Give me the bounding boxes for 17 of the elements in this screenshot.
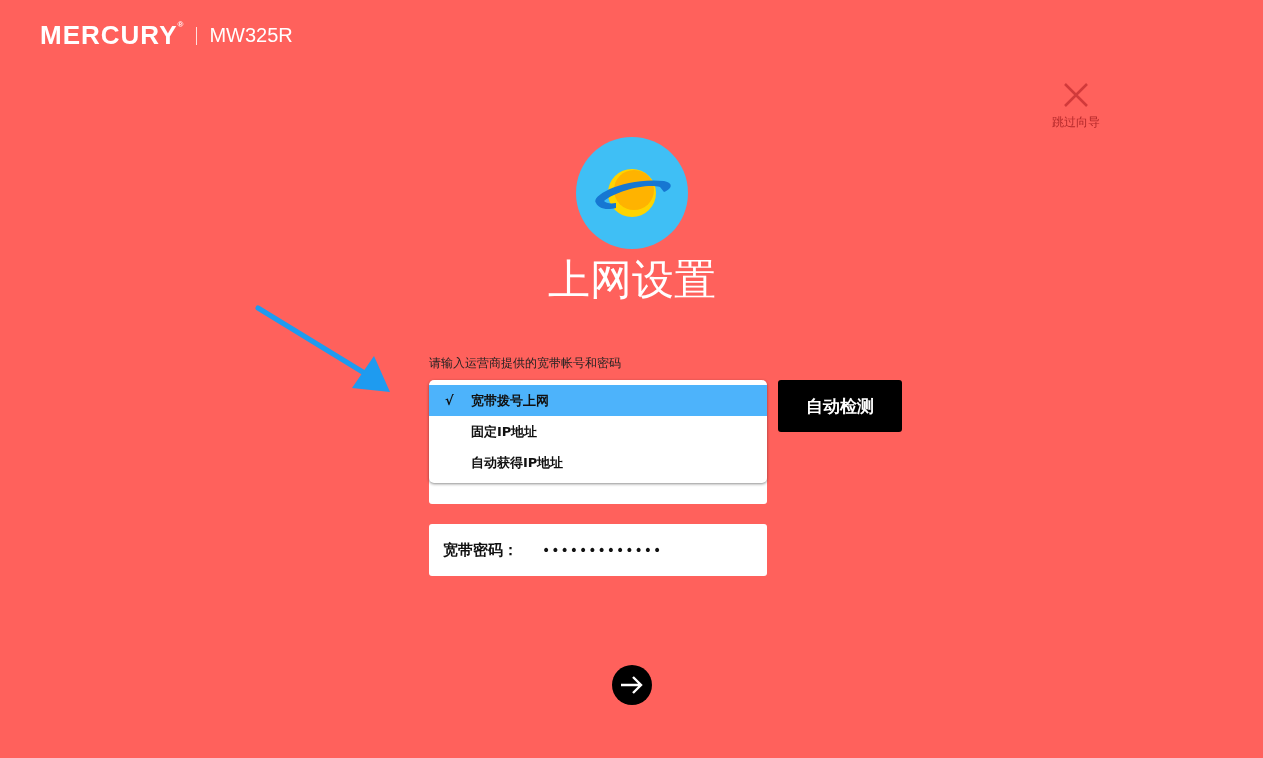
password-value: ••••••••••••• [542,542,663,558]
connection-type-option[interactable]: 固定IP地址 [429,416,767,447]
check-mark: √ [444,393,455,408]
planet-icon [575,137,688,249]
auto-detect-button[interactable]: 自动检测 [778,380,902,432]
next-button[interactable] [611,665,652,705]
pointer-arrow-icon [255,305,390,392]
password-field[interactable]: 宽带密码： ••••••••••••• [429,524,767,576]
arrow-right-icon [619,676,644,694]
brand-logo: MERCURY$^{®}$ [40,20,185,51]
connection-type-option[interactable]: √ 宽带拨号上网 [429,385,767,416]
connection-type-option[interactable]: 自动获得IP地址 [429,447,767,478]
instruction-text: 请输入运营商提供的宽带帐号和密码 [429,355,621,372]
password-label: 宽带密码： [443,540,518,560]
close-icon [1063,82,1089,108]
model-name: MW325R [209,24,293,47]
page-title: 上网设置 [547,255,716,305]
